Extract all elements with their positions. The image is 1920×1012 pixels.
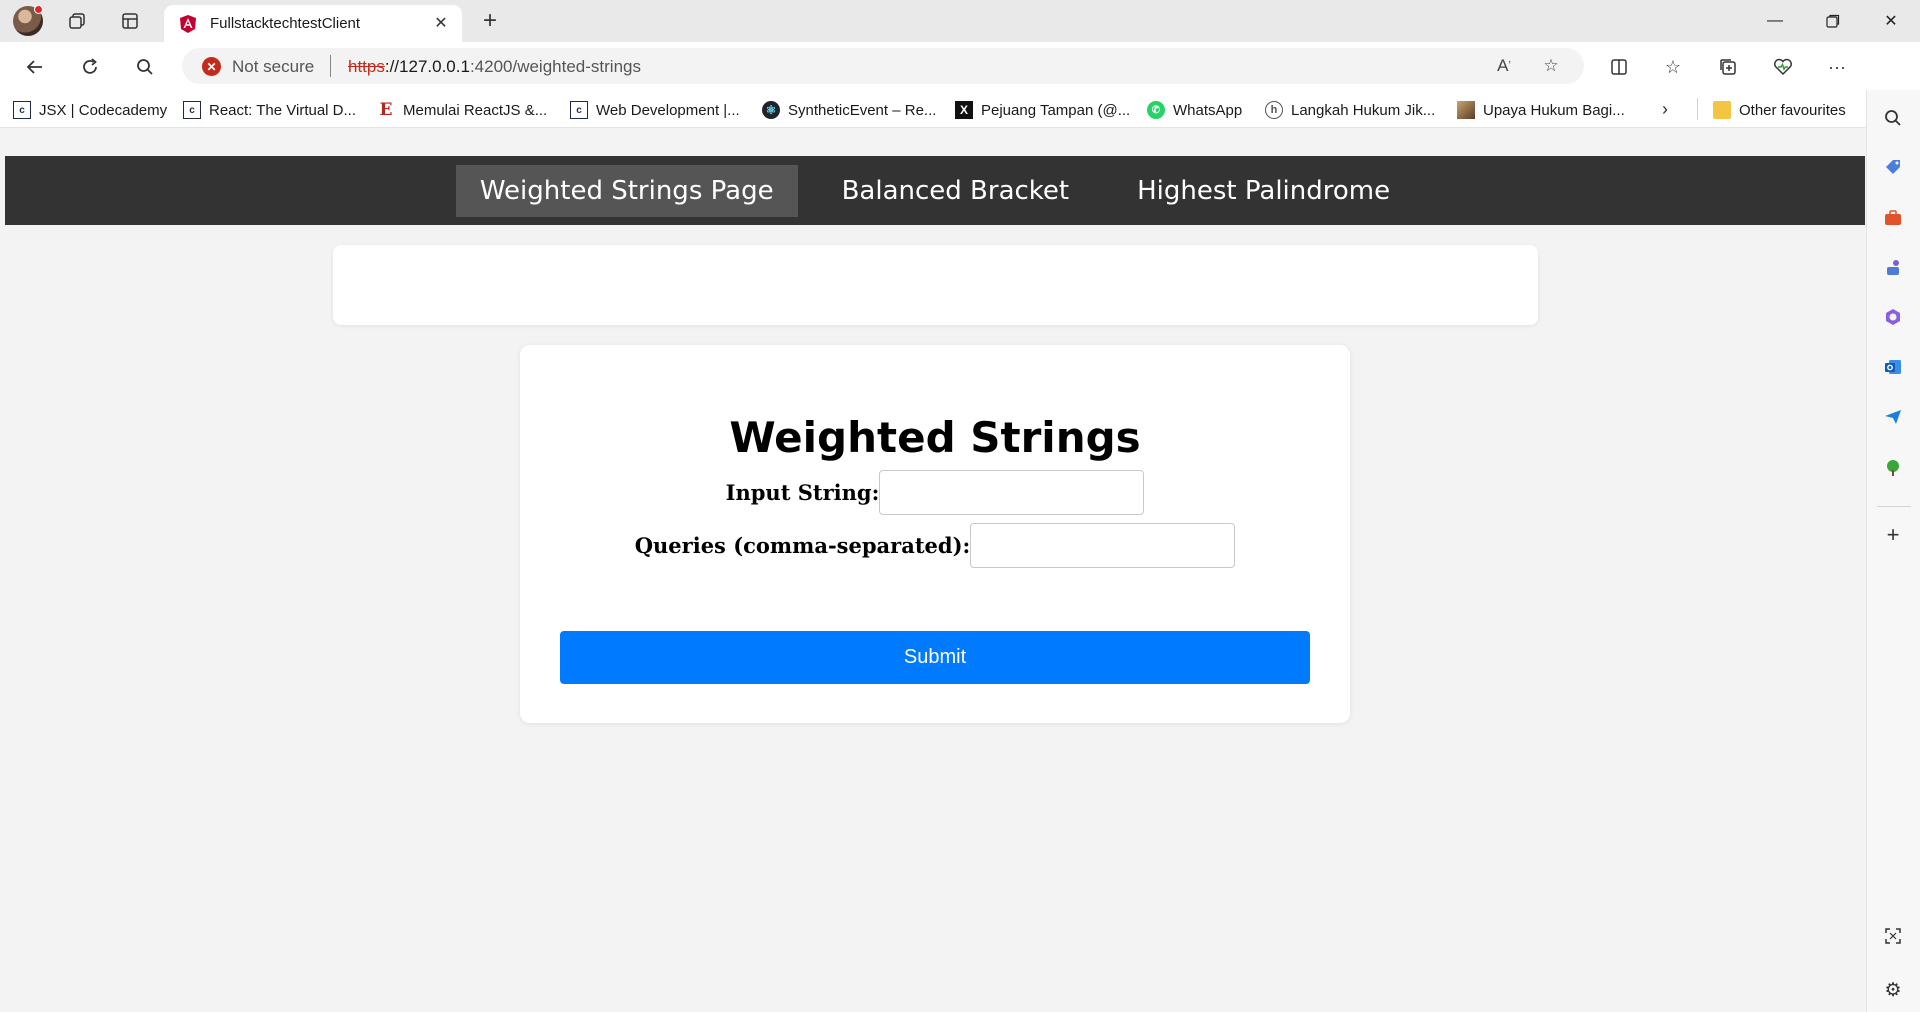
other-favourites-folder[interactable]: Other favourites [1713,99,1846,121]
bookmark-item[interactable]: c JSX | Codecademy [13,99,167,121]
divider [1877,506,1911,507]
nav-link-highest-palindrome[interactable]: Highest Palindrome [1113,165,1414,217]
close-window-icon[interactable]: ✕ [1868,6,1914,36]
bookmark-item[interactable]: X Pejuang Tampan (@... [955,99,1130,121]
e-icon: E [379,100,393,120]
bookmark-item[interactable]: c React: The Virtual D... [183,99,356,121]
input-string-row: Input String: [520,470,1350,515]
security-label[interactable]: Not secure [232,57,314,77]
image-icon [1457,101,1475,119]
bookmark-item[interactable]: Upaya Hukum Bagi... [1457,99,1625,121]
bookmark-item[interactable]: E Memulai ReactJS &... [377,99,548,121]
input-string-label: Input String: [725,480,880,505]
page-title: Weighted Strings [729,413,1141,462]
workspaces-icon[interactable] [63,7,91,35]
app-navbar: Weighted Strings Page Balanced Bracket H… [5,156,1865,225]
close-tab-icon[interactable]: ✕ [430,12,452,34]
favorites-icon[interactable]: ☆ [1658,52,1688,82]
search-icon[interactable] [1880,105,1906,131]
h-icon: h [1265,101,1283,119]
browser-essentials-icon[interactable] [1768,52,1798,82]
microsoft-365-icon[interactable] [1880,304,1906,330]
new-tab-button[interactable]: + [476,7,504,35]
input-string-field[interactable] [879,470,1145,515]
not-secure-icon[interactable]: ✕ [202,57,221,76]
bookmark-item[interactable]: ⚛ SyntheticEvent – Re... [762,99,936,121]
bookmark-item[interactable]: ✆ WhatsApp [1147,99,1242,121]
vertical-tabs-icon[interactable] [116,7,144,35]
settings-gear-icon[interactable]: ⚙ [1880,977,1906,1003]
shopping-tag-icon[interactable] [1880,154,1906,180]
weighted-strings-form: Weighted Strings Input String: Queries (… [520,345,1350,723]
queries-label: Queries (comma-separated): [634,533,971,558]
queries-field[interactable] [970,523,1236,568]
tab-title: FullstacktechtestClient [210,15,361,32]
page-viewport: Weighted Strings Page Balanced Bracket H… [5,156,1865,1012]
more-menu-icon[interactable]: ··· [1822,52,1852,82]
divider [330,55,331,77]
add-icon[interactable]: + [1880,522,1906,548]
angular-icon [180,15,196,33]
search-icon[interactable] [130,52,160,82]
refresh-icon[interactable] [75,52,105,82]
active-tab[interactable]: FullstacktechtestClient ✕ [164,5,462,42]
collections-icon[interactable] [1713,52,1743,82]
address-bar[interactable]: ✕ Not secure https://127.0.0.1:4200/weig… [182,48,1584,84]
favorite-star-icon[interactable]: ☆ [1538,53,1564,79]
nav-link-balanced-bracket[interactable]: Balanced Bracket [818,165,1094,217]
read-aloud-icon[interactable]: Aʼ [1491,53,1517,79]
restore-icon[interactable] [1810,6,1856,36]
queries-row: Queries (comma-separated): [520,523,1350,568]
codecademy-icon: c [570,101,588,119]
tools-briefcase-icon[interactable] [1880,205,1906,231]
address-toolbar: ✕ Not secure https://127.0.0.1:4200/weig… [0,42,1920,124]
nav-link-weighted-strings[interactable]: Weighted Strings Page [455,164,798,217]
bookmark-item[interactable]: h Langkah Hukum Jik... [1265,99,1435,121]
minimize-icon[interactable]: — [1752,6,1798,36]
react-icon: ⚛ [762,101,780,119]
bookmarks-bar: c JSX | Codecademy c React: The Virtual D.… [0,90,1866,128]
split-screen-icon[interactable] [1604,52,1634,82]
codecademy-icon: c [183,101,201,119]
bookmark-item[interactable]: c Web Development |... [570,99,740,121]
games-icon[interactable] [1880,255,1906,281]
edge-sidebar: + ⚙ [1866,90,1920,1012]
tree-icon[interactable] [1880,455,1906,481]
tab-strip: FullstacktechtestClient ✕ + — ✕ [0,0,1920,42]
submit-button[interactable]: Submit [560,631,1310,684]
outlook-icon[interactable] [1880,354,1906,380]
result-card [333,245,1538,325]
whatsapp-icon: ✆ [1147,101,1165,119]
send-icon[interactable] [1880,404,1906,430]
folder-icon [1713,101,1731,119]
chevron-right-icon[interactable]: › [1652,96,1678,122]
codecademy-icon: c [13,101,31,119]
back-icon[interactable] [20,52,50,82]
url-text[interactable]: https://127.0.0.1:4200/weighted-strings [348,57,641,77]
divider [1697,98,1698,120]
screenshot-icon[interactable] [1880,923,1906,949]
notification-dot [34,5,43,14]
x-icon: X [955,101,973,119]
